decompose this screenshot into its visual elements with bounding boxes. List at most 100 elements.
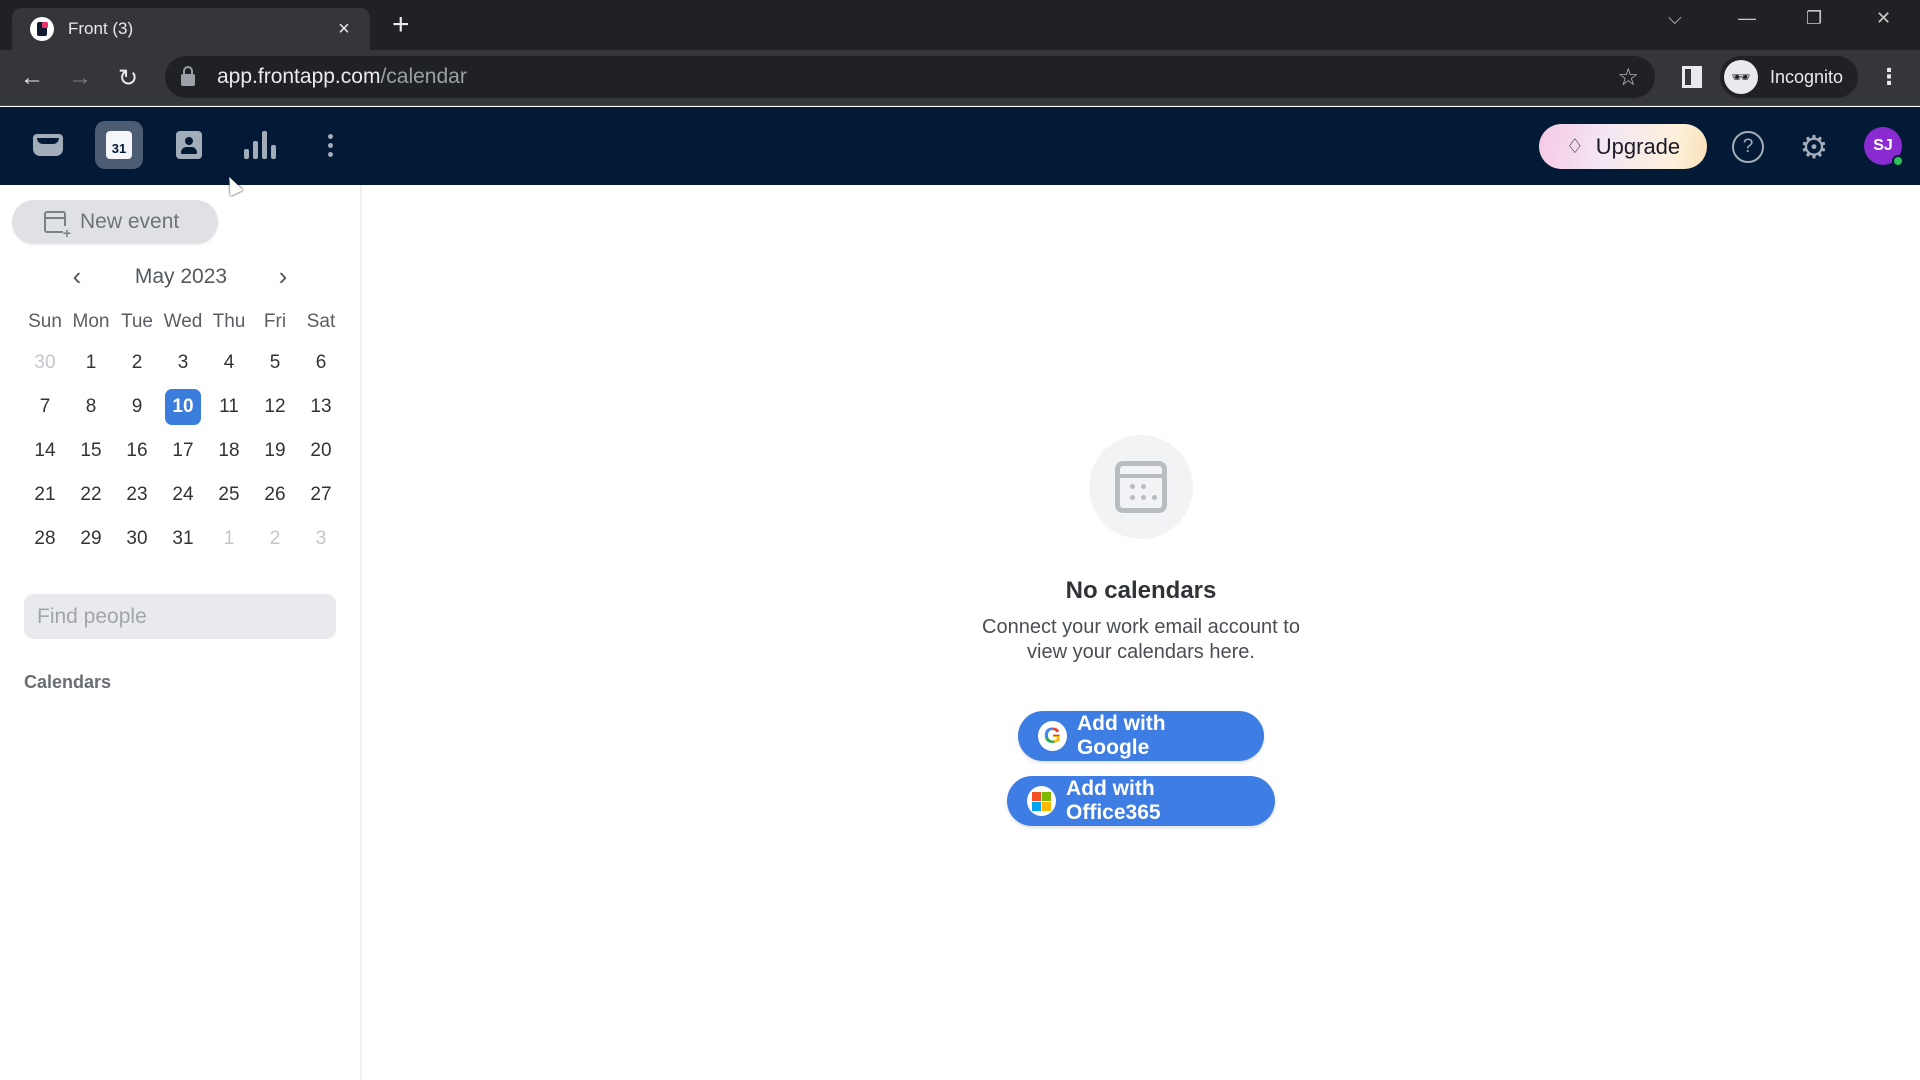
weekday-header: Fri	[263, 311, 287, 332]
calendar-add-icon	[44, 211, 71, 240]
calendar-day[interactable]: 14	[22, 429, 68, 473]
close-window-button[interactable]: ✕	[1876, 8, 1891, 29]
bookmark-star-icon[interactable]: ☆	[1617, 63, 1639, 92]
calendar-day-today[interactable]: 10	[160, 385, 206, 429]
calendar-day[interactable]: 19	[252, 429, 298, 473]
back-button[interactable]: ←	[16, 62, 48, 94]
calendar-day[interactable]: 1	[206, 517, 252, 561]
new-tab-button[interactable]: +	[392, 10, 410, 40]
calendar-day[interactable]: 29	[68, 517, 114, 561]
calendar-day[interactable]: 30	[114, 517, 160, 561]
calendar-day[interactable]: 4	[206, 341, 252, 385]
settings-gear-icon[interactable]: ⚙	[1798, 131, 1830, 163]
calendar-day-number: 16	[126, 440, 148, 461]
calendar-day[interactable]: 12	[252, 385, 298, 429]
tab-close-icon[interactable]: ×	[332, 18, 356, 41]
calendar-day[interactable]: 22	[68, 473, 114, 517]
add-with-office365-button[interactable]: Add with Office365	[1007, 776, 1275, 826]
calendar-day[interactable]: 2	[114, 341, 160, 385]
weekday-header: Thu	[212, 311, 246, 332]
calendar-day-number: 5	[269, 352, 281, 373]
tab-title: Front (3)	[68, 19, 134, 38]
calendar-day[interactable]: 3	[160, 341, 206, 385]
side-panel-icon[interactable]	[1682, 66, 1702, 88]
calendar-day[interactable]: 17	[160, 429, 206, 473]
forward-button[interactable]: →	[64, 62, 96, 94]
calendar-day[interactable]: 27	[298, 473, 344, 517]
upgrade-button[interactable]: ♢ Upgrade	[1539, 124, 1707, 169]
address-bar[interactable]: app.frontapp.com/calendar ☆	[165, 56, 1655, 98]
calendar-nav-button[interactable]: 31	[95, 121, 143, 169]
minimize-button[interactable]: —	[1738, 8, 1756, 29]
google-logo-icon: G	[1038, 721, 1067, 751]
calendar-day[interactable]: 23	[114, 473, 160, 517]
contacts-nav-button[interactable]	[165, 121, 213, 169]
calendar-day-number: 31	[172, 528, 194, 549]
calendar-day-number: 17	[172, 440, 194, 461]
empty-state-description: Connect your work email account to view …	[982, 616, 1300, 663]
calendar-day-number: 11	[219, 396, 239, 417]
empty-state-illustration	[1089, 435, 1193, 539]
calendar-day[interactable]: 18	[206, 429, 252, 473]
calendar-day[interactable]: 13	[298, 385, 344, 429]
more-vertical-icon	[327, 132, 333, 159]
calendar-day[interactable]: 6	[298, 341, 344, 385]
previous-month-button[interactable]: ‹	[62, 261, 92, 291]
more-nav-button[interactable]	[306, 121, 354, 169]
calendar-day-number: 23	[126, 484, 148, 505]
incognito-profile-button[interactable]: 🕶 Incognito	[1720, 56, 1858, 98]
calendar-day-number: 4	[223, 352, 235, 373]
weekday-header: Tue	[120, 311, 154, 332]
calendar-day-number: 28	[34, 528, 56, 549]
contacts-icon	[176, 131, 202, 159]
browser-toolbar: ← → ↻ app.frontapp.com/calendar ☆ 🕶 Inco…	[0, 50, 1920, 106]
calendar-day-number: 26	[264, 484, 286, 505]
reload-button[interactable]: ↻	[112, 62, 144, 94]
browser-tab-bar: Front (3) × + ⌵ — ❐ ✕	[0, 0, 1920, 50]
help-icon[interactable]: ?	[1732, 131, 1764, 163]
calendar-day[interactable]: 9	[114, 385, 160, 429]
calendar-day-number: 1	[223, 528, 235, 549]
calendar-day[interactable]: 1	[68, 341, 114, 385]
calendar-day[interactable]: 28	[22, 517, 68, 561]
calendar-day[interactable]: 16	[114, 429, 160, 473]
calendar-day[interactable]: 11	[206, 385, 252, 429]
calendar-day[interactable]: 30	[22, 341, 68, 385]
new-event-button[interactable]: New event	[12, 200, 218, 244]
calendar-day[interactable]: 3	[298, 517, 344, 561]
calendar-icon: 31	[106, 131, 132, 159]
calendar-day[interactable]: 21	[22, 473, 68, 517]
next-month-button[interactable]: ›	[268, 261, 298, 291]
analytics-nav-button[interactable]	[236, 121, 284, 169]
tab-search-icon[interactable]: ⌵	[1668, 8, 1682, 29]
user-avatar[interactable]: SJ	[1864, 127, 1904, 167]
calendar-day[interactable]: 8	[68, 385, 114, 429]
calendar-day[interactable]: 25	[206, 473, 252, 517]
online-status-dot	[1892, 155, 1904, 167]
calendar-day[interactable]: 31	[160, 517, 206, 561]
calendar-day[interactable]: 20	[298, 429, 344, 473]
browser-tab[interactable]: Front (3) ×	[12, 8, 370, 50]
calendar-day-number: 13	[310, 396, 332, 417]
calendar-day[interactable]: 2	[252, 517, 298, 561]
calendar-day[interactable]: 26	[252, 473, 298, 517]
front-favicon-icon	[30, 17, 54, 41]
find-people-input[interactable]	[24, 594, 336, 639]
calendar-day[interactable]: 7	[22, 385, 68, 429]
inbox-nav-button[interactable]	[24, 121, 72, 169]
calendar-day-number: 7	[39, 396, 51, 417]
empty-state: No calendars Connect your work email acc…	[362, 435, 1920, 826]
avatar-initials: SJ	[1873, 137, 1893, 154]
restore-button[interactable]: ❐	[1806, 8, 1822, 29]
calendar-day[interactable]: 15	[68, 429, 114, 473]
calendar-day[interactable]: 5	[252, 341, 298, 385]
calendar-day-number: 18	[218, 440, 240, 461]
calendar-day[interactable]: 24	[160, 473, 206, 517]
empty-calendar-icon	[1115, 461, 1167, 513]
calendar-day-number: 3	[177, 352, 189, 373]
calendar-day-number: 15	[80, 440, 102, 461]
weekday-header: Mon	[72, 311, 110, 332]
calendar-day-number: 2	[269, 528, 281, 549]
browser-menu-icon[interactable]: ⋮	[1878, 64, 1900, 90]
add-with-google-button[interactable]: G Add with Google	[1018, 711, 1264, 761]
